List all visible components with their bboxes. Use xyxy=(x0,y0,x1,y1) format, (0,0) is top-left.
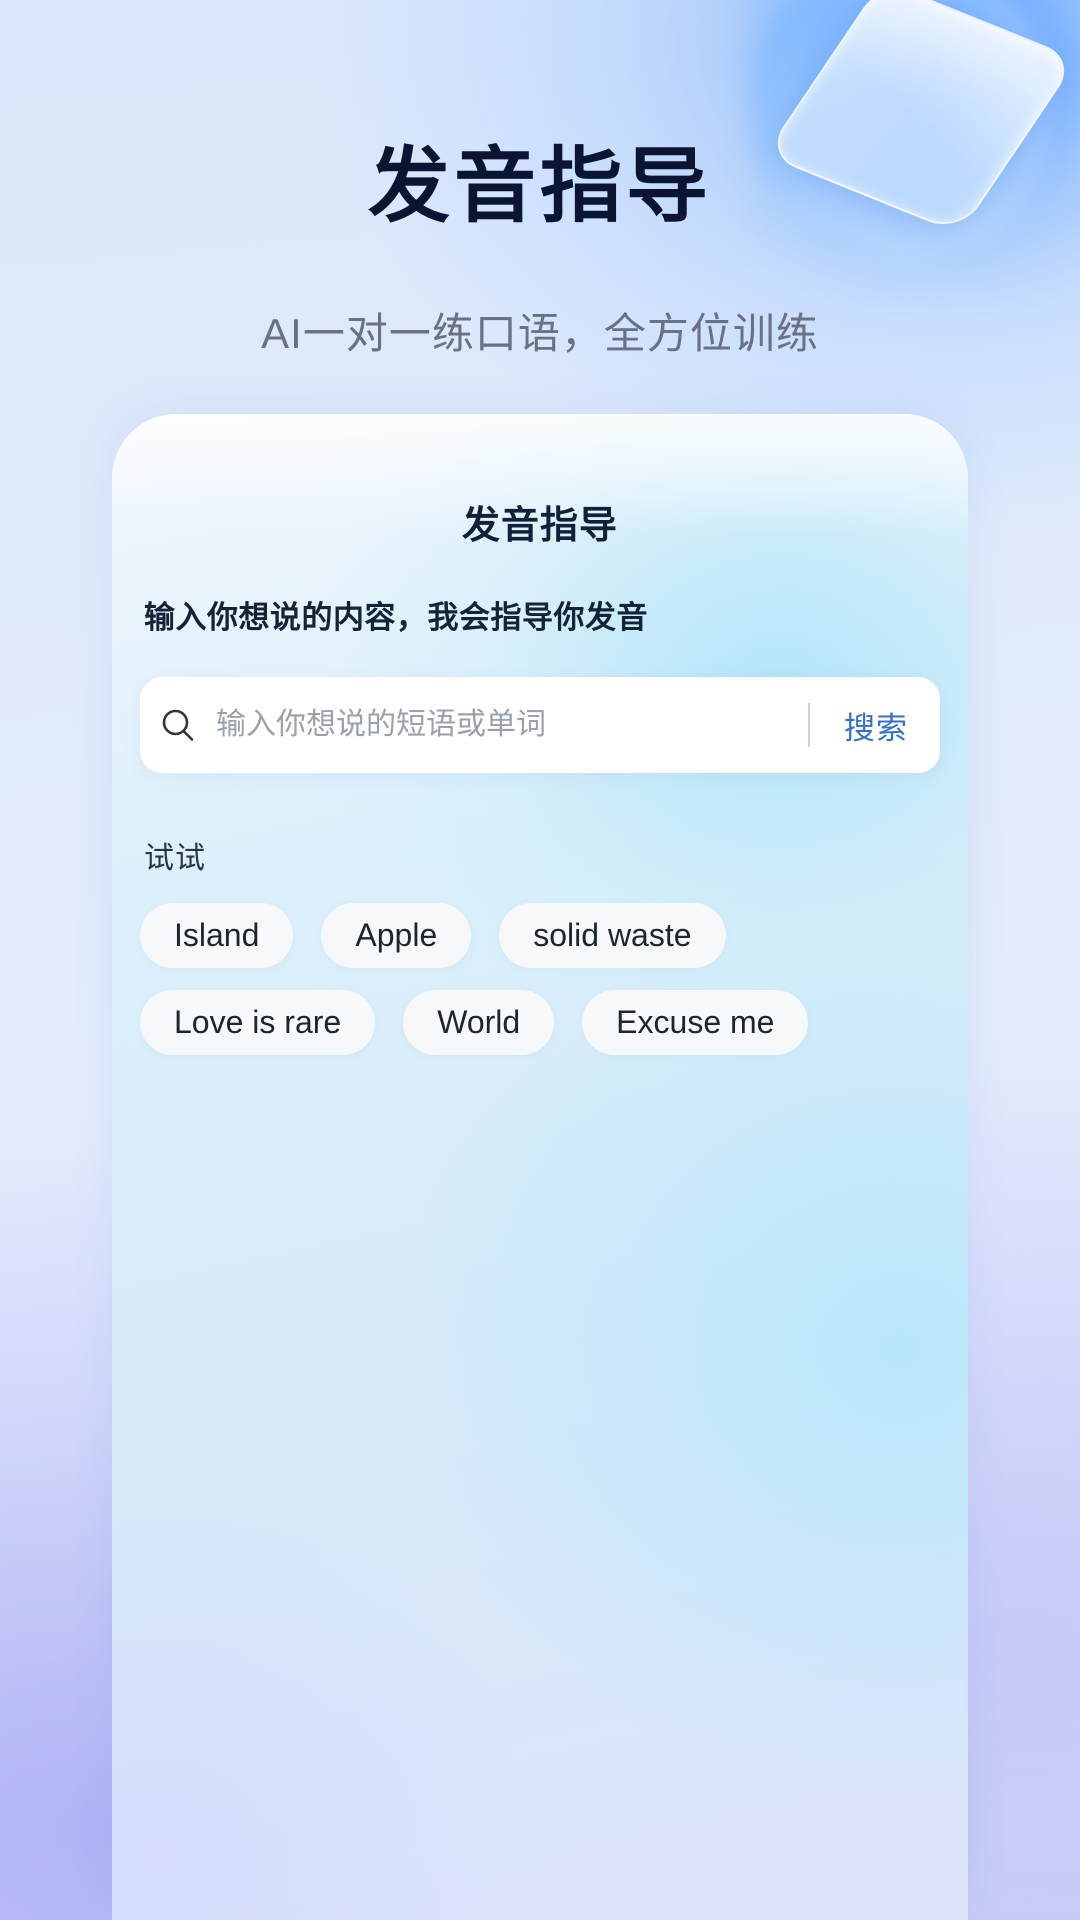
suggestion-chip-rows: Island Apple solid waste Love is rare Wo… xyxy=(140,903,940,1055)
suggestion-chip[interactable]: World xyxy=(403,990,555,1055)
suggestion-chip[interactable]: Excuse me xyxy=(582,990,809,1055)
search-icon xyxy=(140,705,216,745)
phone-preview-card: 发音指导 输入你想说的内容，我会指导你发音 搜索 试试 Isla xyxy=(112,414,968,1920)
suggestion-chip[interactable]: Love is rare xyxy=(140,990,376,1055)
search-bar[interactable]: 搜索 xyxy=(140,677,940,773)
suggestion-chip-row: Love is rare World Excuse me xyxy=(140,990,940,1055)
suggestion-chip[interactable]: Apple xyxy=(321,903,472,968)
prompt-text: 输入你想说的内容，我会指导你发音 xyxy=(144,600,648,635)
search-input[interactable] xyxy=(216,708,802,742)
deco-glow xyxy=(748,0,1080,290)
search-button[interactable]: 搜索 xyxy=(816,703,940,748)
page-title: 发音指导 xyxy=(367,141,712,232)
card-title: 发音指导 xyxy=(461,505,618,547)
deco-blob xyxy=(728,0,1080,290)
page-subtitle: AI一对一练口语，全方位训练 xyxy=(261,310,819,357)
page-root: 发音指导 AI一对一练口语，全方位训练 发音指导 输入你想说的内容，我会指导你发… xyxy=(0,0,1080,1920)
suggestions-label: 试试 xyxy=(144,842,206,875)
suggestion-chip[interactable]: solid waste xyxy=(499,903,726,968)
search-divider xyxy=(808,703,810,747)
suggestion-chip[interactable]: Island xyxy=(140,903,294,968)
suggestion-chip-row: Island Apple solid waste xyxy=(140,903,940,968)
card-body: 输入你想说的内容，我会指导你发音 搜索 试试 Island Apple xyxy=(140,592,940,1077)
